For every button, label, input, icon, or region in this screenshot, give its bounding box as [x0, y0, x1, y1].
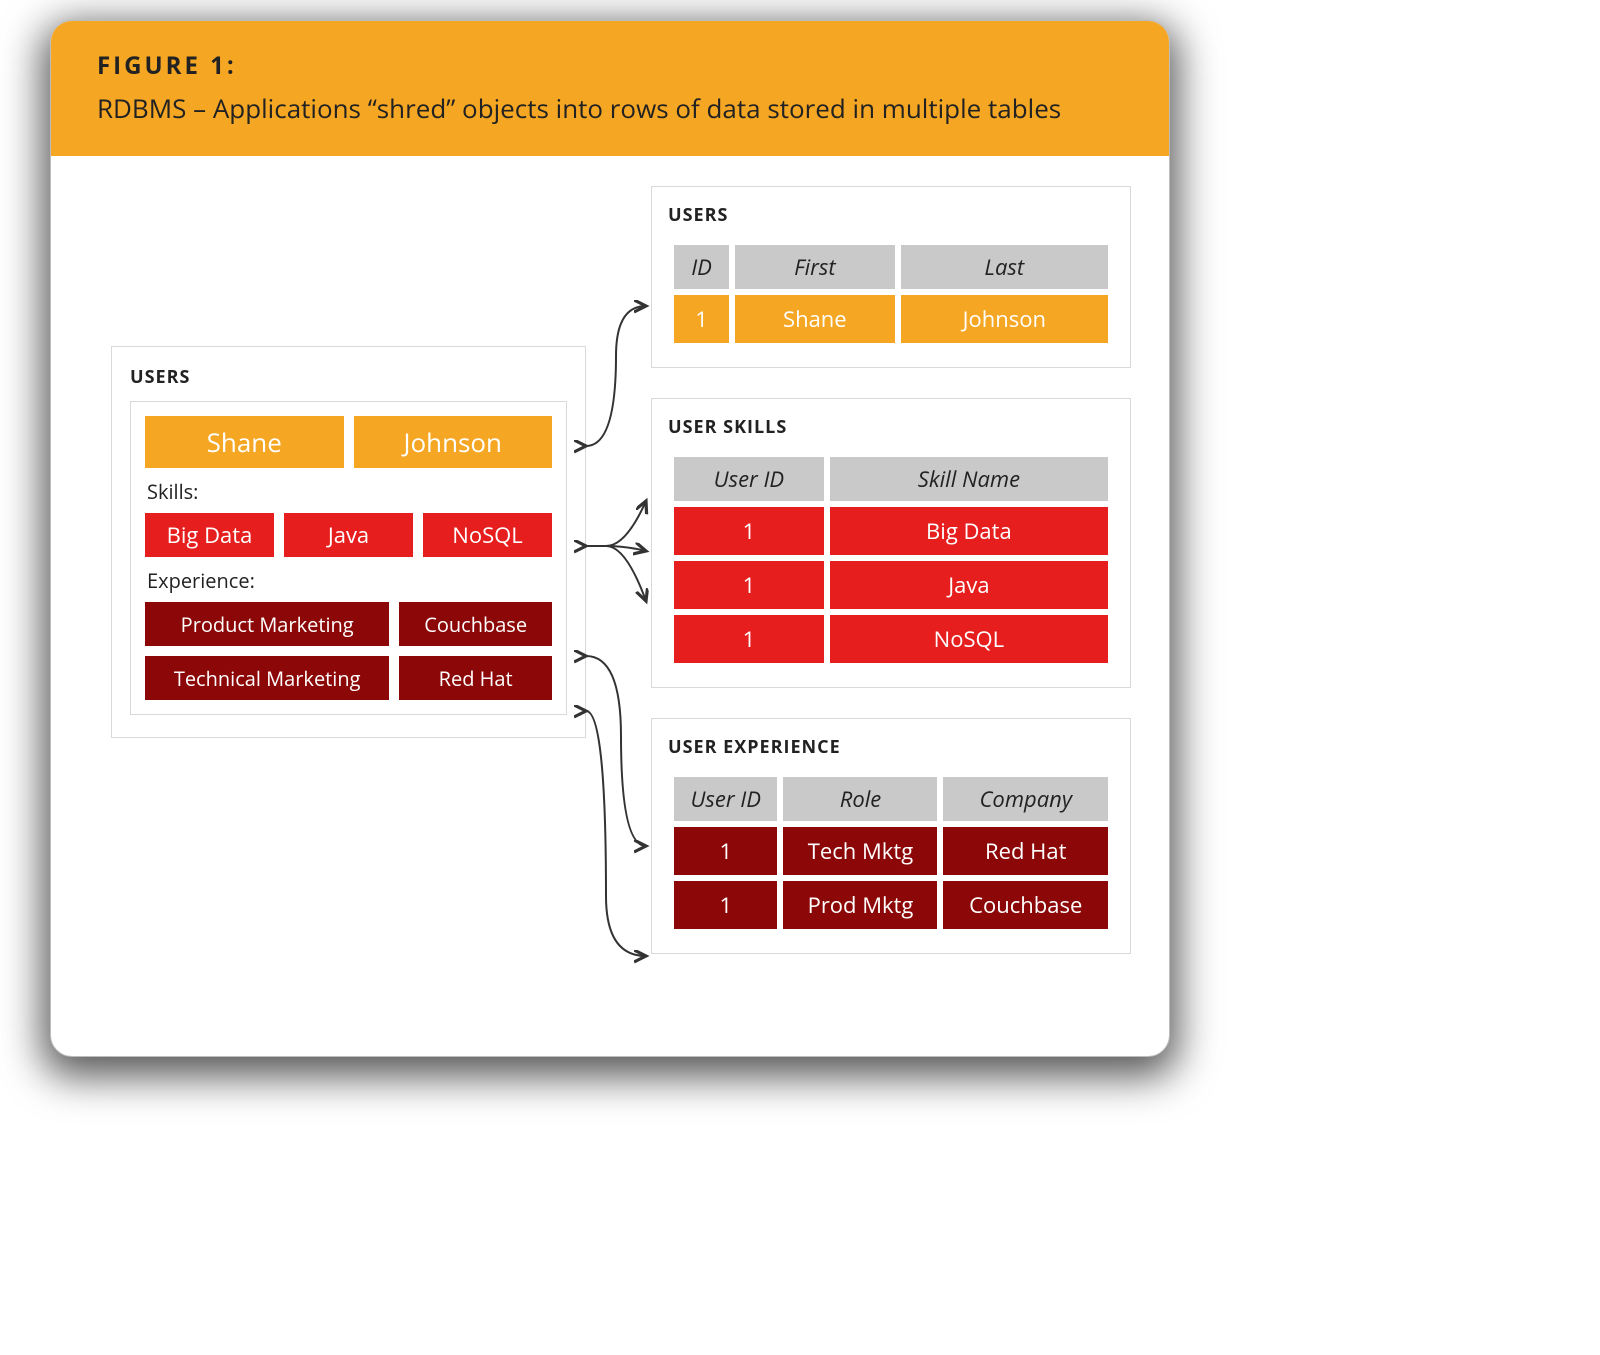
figure-card: FIGURE 1: RDBMS – Applications “shred” o… — [50, 20, 1170, 1057]
table-cell: Tech Mktg — [783, 827, 937, 875]
user-experience-table-title: USER EXPERIENCE — [668, 735, 1114, 759]
user-first-name: Shane — [145, 416, 344, 468]
column-header: Company — [943, 777, 1108, 821]
user-skills-table-panel: USER SKILLS User ID Skill Name 1 Big Dat… — [651, 398, 1131, 688]
table-cell: Red Hat — [943, 827, 1108, 875]
experience-role: Technical Marketing — [145, 656, 389, 700]
table-cell: Johnson — [901, 295, 1108, 343]
column-header: User ID — [674, 457, 824, 501]
column-header: First — [735, 245, 895, 289]
skills-label: Skills: — [147, 478, 552, 505]
users-table-panel: USERS ID First Last 1 Shane Johnson — [651, 186, 1131, 368]
tables-column: USERS ID First Last 1 Shane Johnson USER… — [651, 186, 1131, 984]
table-cell: Prod Mktg — [783, 881, 937, 929]
table-cell: 1 — [674, 295, 729, 343]
source-object-title: USERS — [130, 365, 567, 389]
diagram-body: USERS Shane Johnson Skills: Big Data Jav… — [51, 156, 1169, 1056]
column-header: Last — [901, 245, 1108, 289]
column-header: Skill Name — [830, 457, 1108, 501]
table-cell: Shane — [735, 295, 895, 343]
table-cell: 1 — [674, 615, 824, 663]
figure-label: FIGURE 1: — [97, 49, 1123, 82]
figure-header: FIGURE 1: RDBMS – Applications “shred” o… — [51, 21, 1169, 156]
column-header: ID — [674, 245, 729, 289]
table-cell: 1 — [674, 561, 824, 609]
table-cell: 1 — [674, 507, 824, 555]
source-object-panel: USERS Shane Johnson Skills: Big Data Jav… — [111, 346, 586, 738]
user-experience-table-panel: USER EXPERIENCE User ID Role Company 1 T… — [651, 718, 1131, 954]
experience-company: Couchbase — [399, 602, 552, 646]
skill-chip: NoSQL — [423, 513, 552, 557]
users-table: ID First Last 1 Shane Johnson — [668, 239, 1114, 349]
users-table-title: USERS — [668, 203, 1114, 227]
skill-chip: Java — [284, 513, 413, 557]
table-cell: Java — [830, 561, 1108, 609]
experience-label: Experience: — [147, 567, 552, 594]
skill-chip: Big Data — [145, 513, 274, 557]
user-experience-table: User ID Role Company 1 Tech Mktg Red Hat… — [668, 771, 1114, 935]
user-last-name: Johnson — [354, 416, 553, 468]
table-cell: 1 — [674, 827, 777, 875]
figure-title: RDBMS – Applications “shred” objects int… — [97, 90, 1123, 126]
experience-role: Product Marketing — [145, 602, 389, 646]
column-header: User ID — [674, 777, 777, 821]
source-object-box: Shane Johnson Skills: Big Data Java NoSQ… — [130, 401, 567, 715]
table-cell: 1 — [674, 881, 777, 929]
user-skills-table-title: USER SKILLS — [668, 415, 1114, 439]
column-header: Role — [783, 777, 937, 821]
user-skills-table: User ID Skill Name 1 Big Data 1 Java 1 N… — [668, 451, 1114, 669]
table-cell: Big Data — [830, 507, 1108, 555]
table-cell: Couchbase — [943, 881, 1108, 929]
experience-company: Red Hat — [399, 656, 552, 700]
table-cell: NoSQL — [830, 615, 1108, 663]
